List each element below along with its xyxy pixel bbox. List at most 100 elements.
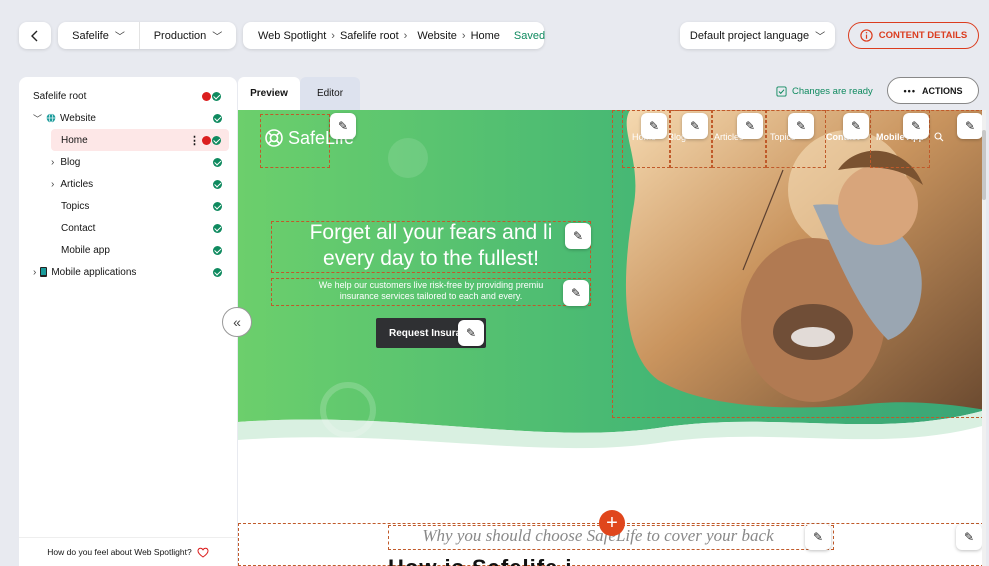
tree-item-label: Home (61, 134, 88, 146)
chevron-down-icon: ﹀ (212, 32, 223, 43)
why-heading: Why you should choose SafeLife to cover … (422, 526, 774, 545)
actions-button[interactable]: ••• ACTIONS (887, 77, 979, 104)
mobile-icon (40, 267, 48, 277)
add-component-button[interactable]: + (599, 510, 625, 536)
tree-item-label: Mobile app (61, 244, 110, 256)
published-status-icon (212, 135, 221, 145)
scrollbar-thumb[interactable] (982, 130, 986, 200)
edit-pencil-icon[interactable]: ✎ (843, 113, 869, 139)
back-button[interactable] (19, 22, 51, 49)
edit-pencil-icon[interactable]: ✎ (956, 524, 982, 550)
tree-item-label: Website (60, 112, 96, 124)
tree-item-blog[interactable]: › Blog (19, 151, 237, 173)
published-status-icon (213, 201, 222, 211)
request-insurance-label: Request Insura (389, 327, 462, 339)
breadcrumb-website[interactable]: Website (417, 30, 457, 42)
website-preview: SafeLife ✎ Home Blog Articles Topics Con… (238, 110, 986, 566)
published-status-icon (212, 91, 221, 101)
preview-scrollbar[interactable] (982, 110, 986, 566)
published-status-icon (213, 157, 222, 167)
tree-root-label: Safelife root (33, 90, 87, 102)
chevron-down-icon[interactable]: ﹀ (33, 112, 42, 125)
chevron-down-icon: ﹀ (815, 32, 826, 43)
edit-pencil-icon[interactable]: ✎ (682, 113, 708, 139)
breadcrumb-separator-icon: › (403, 29, 408, 42)
chevron-right-icon[interactable]: › (51, 179, 54, 190)
tree-item-label: Topics (61, 200, 90, 212)
heart-icon (197, 547, 209, 558)
tree-item-contact[interactable]: Contact (19, 217, 237, 239)
breadcrumb-separator-icon: › (331, 29, 335, 42)
changes-ready-label: Changes are ready (792, 85, 873, 97)
content-details-button[interactable]: CONTENT DETAILS (848, 22, 979, 49)
tree-item-label: Contact (61, 222, 96, 234)
edit-pencil-icon[interactable]: ✎ (788, 113, 814, 139)
feedback-link[interactable]: How do you feel about Web Spotlight? (19, 537, 237, 566)
changes-status: Changes are ready (776, 83, 873, 99)
tree-item-mobile-applications[interactable]: › Mobile applications (19, 261, 237, 283)
saved-status: Saved (513, 29, 546, 42)
editable-region-outline (260, 114, 330, 168)
breadcrumb-root[interactable]: Safelife root (340, 30, 399, 42)
published-status-icon (213, 179, 222, 189)
project-dropdown[interactable]: Safelife ﹀ (58, 22, 140, 49)
edit-pencil-icon[interactable]: ✎ (737, 113, 763, 139)
tree-item-label: Mobile applications (51, 266, 137, 278)
chevron-left-icon (31, 30, 38, 41)
edit-pencil-icon[interactable]: ✎ (805, 524, 831, 550)
check-square-icon (776, 85, 787, 97)
language-dropdown[interactable]: Default project language ﹀ (680, 22, 835, 49)
editable-region-outline (271, 221, 591, 273)
content-details-label: CONTENT DETAILS (878, 30, 968, 41)
status-dots (202, 91, 221, 101)
actions-label: ACTIONS (921, 85, 963, 96)
globe-icon (46, 113, 56, 123)
tree-root[interactable]: Safelife root (19, 85, 237, 107)
language-label: Default project language (689, 29, 810, 42)
edit-pencil-icon[interactable]: ✎ (565, 223, 591, 249)
published-status-icon (213, 223, 222, 233)
tab-editor[interactable]: Editor (300, 77, 360, 110)
info-icon (860, 29, 873, 42)
edit-pencil-icon[interactable]: ✎ (330, 113, 356, 139)
environment-dropdown[interactable]: Production ﹀ (140, 22, 236, 49)
edit-pencil-icon[interactable]: ✎ (563, 280, 589, 306)
breadcrumb-separator-icon: › (461, 29, 466, 42)
status-dots (202, 135, 221, 145)
project-environment-switcher: Safelife ﹀ Production ﹀ (58, 22, 236, 49)
edit-pencil-icon[interactable]: ✎ (641, 113, 667, 139)
chevron-down-icon: ﹀ (114, 32, 125, 43)
tree-item-articles[interactable]: › Articles (19, 173, 237, 195)
environment-label: Production (153, 29, 207, 42)
published-status-icon (213, 113, 222, 123)
tab-preview[interactable]: Preview (238, 77, 300, 110)
published-status-icon (213, 267, 222, 277)
tree-item-topics[interactable]: Topics (19, 195, 237, 217)
content-tree-sidebar: Safelife root ﹀ Website Home ⋮ › Blog › … (19, 77, 237, 566)
tree-item-label: Articles (60, 178, 94, 190)
edit-pencil-icon[interactable]: ✎ (458, 320, 484, 346)
edit-pencil-icon[interactable]: ✎ (903, 113, 929, 139)
tree-item-mobile-app[interactable]: Mobile app (19, 239, 237, 261)
tab-editor-label: Editor (316, 88, 344, 99)
tab-preview-label: Preview (250, 88, 288, 99)
more-options-icon[interactable]: ⋮ (189, 134, 200, 147)
feedback-label: How do you feel about Web Spotlight? (47, 547, 192, 557)
edit-pencil-icon[interactable]: ✎ (957, 113, 983, 139)
next-section-heading: How is Safelife i (388, 554, 818, 566)
project-label: Safelife (72, 29, 109, 42)
breadcrumb-app[interactable]: Web Spotlight (258, 30, 326, 42)
breadcrumb-page: Home (470, 29, 500, 42)
tree-item-home[interactable]: Home ⋮ (51, 129, 229, 151)
chevron-right-icon[interactable]: › (33, 267, 36, 278)
unpublished-status-dot (202, 91, 211, 101)
editable-region-outline (612, 110, 984, 418)
breadcrumb: Web Spotlight › Safelife root › Website … (243, 22, 546, 49)
tree-item-label: Blog (60, 156, 81, 168)
published-status-icon (213, 245, 222, 255)
editable-region-outline (271, 278, 591, 306)
tree-item-website[interactable]: ﹀ Website (19, 107, 237, 129)
more-horizontal-icon: ••• (903, 85, 916, 96)
chevron-right-icon[interactable]: › (51, 157, 54, 168)
collapse-sidebar-button[interactable]: « (222, 307, 252, 337)
